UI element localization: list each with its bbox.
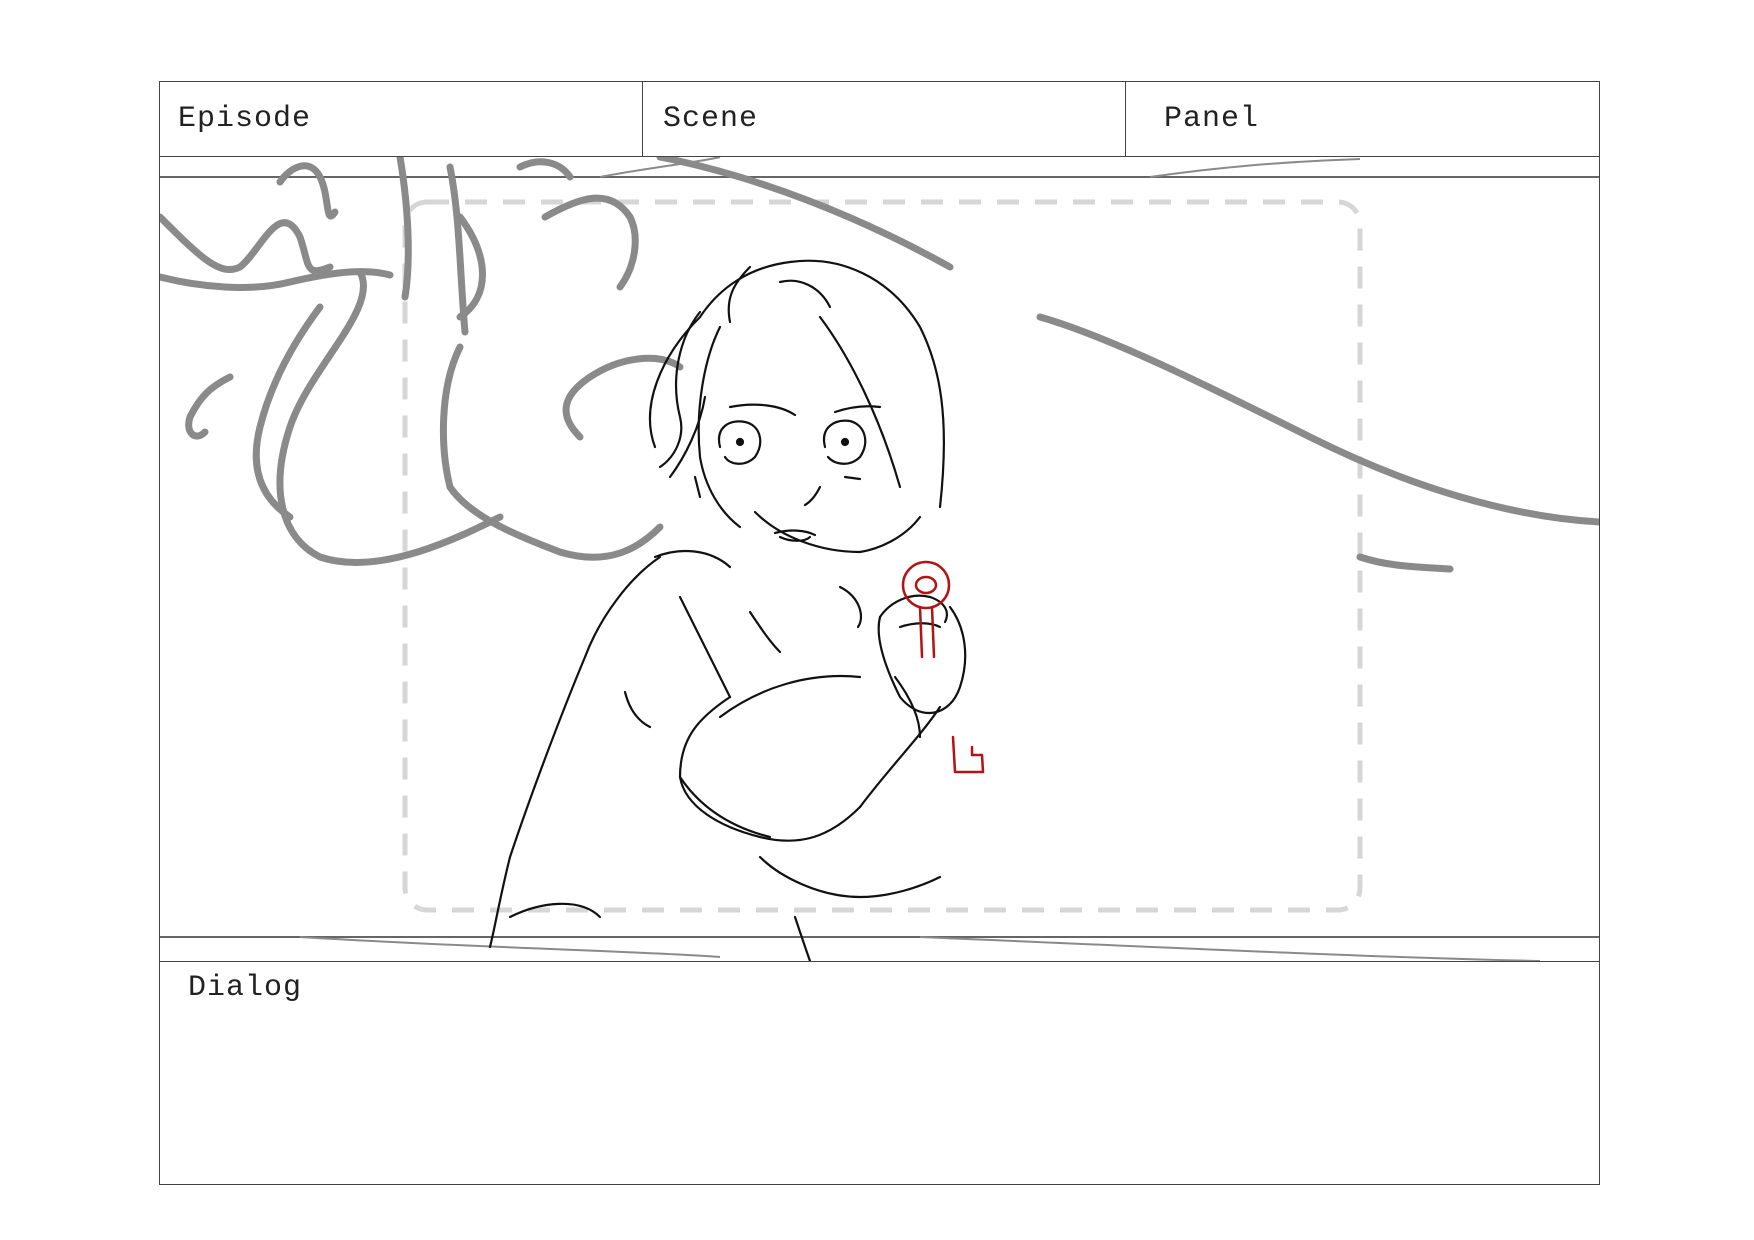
dialog-label: Dialog bbox=[188, 971, 303, 1005]
scene-cell: Scene bbox=[643, 82, 1126, 156]
drawing-frame bbox=[160, 157, 1599, 961]
episode-label: Episode bbox=[178, 102, 312, 136]
panel-label: Panel bbox=[1164, 102, 1260, 136]
episode-cell: Episode bbox=[160, 82, 643, 156]
header-row: Episode Scene Panel bbox=[160, 82, 1599, 157]
storyboard-sheet: Episode Scene Panel Dialog bbox=[159, 81, 1600, 1185]
background-sketch bbox=[160, 157, 1599, 573]
storyboard-drawing bbox=[160, 157, 1599, 961]
character-sketch bbox=[488, 259, 967, 961]
panel-cell: Panel bbox=[1126, 82, 1599, 156]
scene-label: Scene bbox=[663, 102, 759, 136]
dialog-box: Dialog bbox=[160, 961, 1599, 1185]
safe-area-guide bbox=[402, 199, 1363, 913]
background-thin-lines bbox=[299, 157, 1541, 961]
